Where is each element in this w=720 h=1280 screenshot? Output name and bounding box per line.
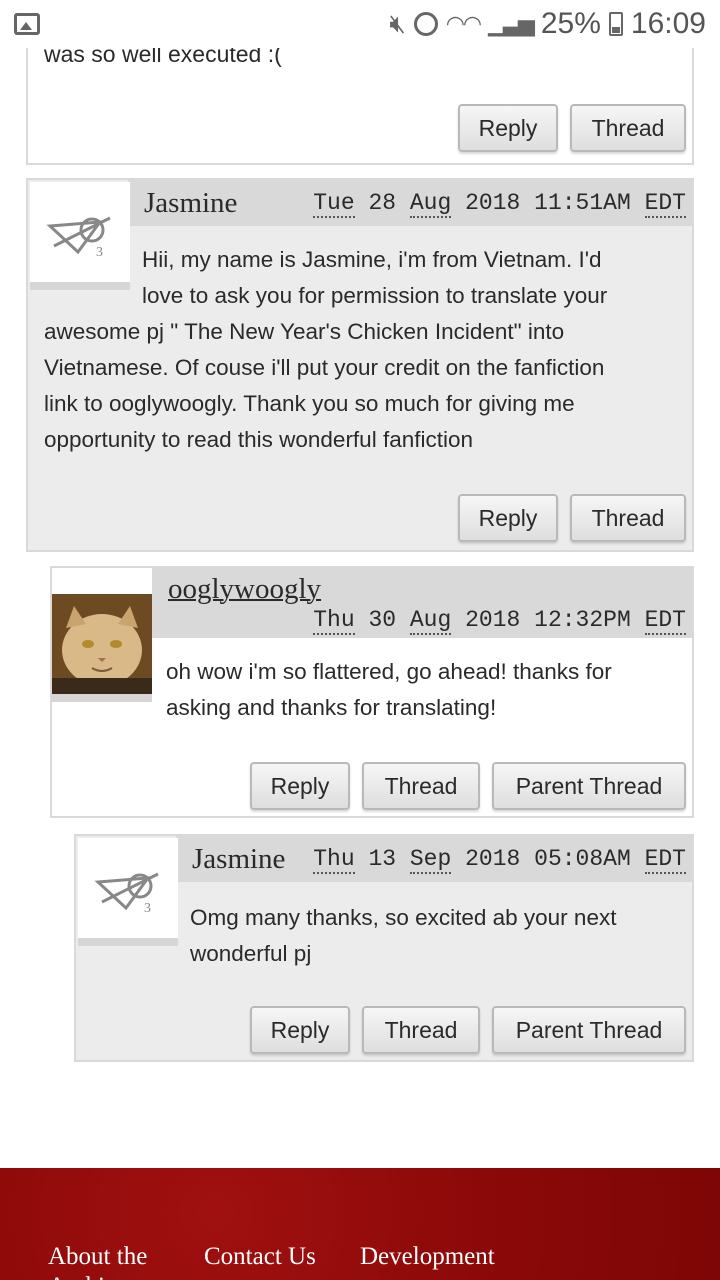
status-bar: 🔇︎ ◠◠ ▁▃▅ 25% 16:09 xyxy=(0,0,720,48)
body-line: link to ooglywoogly. Thank you so much f… xyxy=(44,391,575,416)
comment-datetime: Thu 30 Aug 2018 12:32PM EDT xyxy=(313,606,694,635)
svg-text:3: 3 xyxy=(144,901,151,916)
date-time: 05:08AM xyxy=(534,846,631,872)
date-day: Tue xyxy=(313,190,355,218)
body-line: Hii, my name is Jasmine, i'm from Vietna… xyxy=(142,247,602,272)
clock-time: 16:09 xyxy=(630,7,706,40)
date-timezone: EDT xyxy=(644,846,686,874)
thread-button[interactable]: Thread xyxy=(362,762,480,810)
body-line: Vietnamese. Of couse i'll put your credi… xyxy=(44,355,605,380)
reply-button[interactable]: Reply xyxy=(250,762,350,810)
parent-thread-button[interactable]: Parent Thread xyxy=(492,762,686,810)
comment-jasmine-1: Jasmine Tue 28 Aug 2018 11:51AM EDT 3 Hi… xyxy=(26,178,694,552)
comment-header: ooglywoogly Thu 30 Aug 2018 12:32PM EDT xyxy=(152,568,694,638)
wifi-icon: ◠◠ xyxy=(445,11,482,36)
reply-button[interactable]: Reply xyxy=(458,104,558,152)
signal-icon: ▁▃▅ xyxy=(488,11,535,36)
comment-ooglywoogly: ooglywoogly Thu 30 Aug 2018 12:32PM EDT … xyxy=(50,566,694,818)
footer-link-about[interactable]: About the Archive xyxy=(48,1242,188,1280)
comment-header: Jasmine Thu 13 Sep 2018 05:08AM EDT xyxy=(176,836,694,882)
comment-datetime: Tue 28 Aug 2018 11:51AM EDT xyxy=(313,190,694,218)
mute-icon: 🔇︎ xyxy=(389,8,406,38)
cat-avatar-icon xyxy=(52,594,152,694)
poster-name[interactable]: ooglywoogly xyxy=(168,572,321,606)
gallery-icon xyxy=(14,13,40,35)
body-line: asking and thanks for translating! xyxy=(166,695,497,720)
date-timezone: EDT xyxy=(644,190,686,218)
date-day: Thu xyxy=(313,607,355,635)
date-year: 2018 xyxy=(465,607,521,633)
body-line: love to ask you for permission to transl… xyxy=(142,283,608,308)
reply-button[interactable]: Reply xyxy=(250,1006,350,1054)
date-dd: 13 xyxy=(368,846,397,872)
avatar[interactable] xyxy=(52,594,152,702)
comment-body: Omg many thanks, so excited ab your next… xyxy=(190,900,686,972)
body-line: wonderful pj xyxy=(190,941,312,966)
date-year: 2018 xyxy=(465,846,521,872)
avatar[interactable]: 3 xyxy=(78,838,178,946)
comment-body: Hii, my name is Jasmine, i'm from Vietna… xyxy=(28,242,694,458)
date-dd: 28 xyxy=(368,190,397,216)
thread-button[interactable]: Thread xyxy=(362,1006,480,1054)
thread-button[interactable]: Thread xyxy=(570,494,686,542)
body-line: Omg many thanks, so excited ab your next xyxy=(190,905,617,930)
date-time: 12:32PM xyxy=(534,607,631,633)
comment-body: oh wow i'm so flattered, go ahead! thank… xyxy=(166,654,686,726)
date-timezone: EDT xyxy=(644,607,686,635)
thread-button[interactable]: Thread xyxy=(570,104,686,152)
date-time: 11:51AM xyxy=(534,190,631,216)
date-month: Aug xyxy=(409,190,452,218)
site-footer: About the Archive Contact Us Development xyxy=(0,1168,720,1280)
footer-link-development[interactable]: Development xyxy=(360,1242,495,1272)
comment-jasmine-2: Jasmine Thu 13 Sep 2018 05:08AM EDT 3 Om… xyxy=(74,834,694,1062)
date-month: Sep xyxy=(409,846,452,874)
date-year: 2018 xyxy=(465,190,521,216)
date-dd: 30 xyxy=(368,607,397,633)
body-line: oh wow i'm so flattered, go ahead! thank… xyxy=(166,659,612,684)
comment-datetime: Thu 13 Sep 2018 05:08AM EDT xyxy=(313,846,694,874)
footer-link-contact[interactable]: Contact Us xyxy=(204,1242,316,1272)
date-month: Aug xyxy=(409,607,452,635)
date-day: Thu xyxy=(313,846,355,874)
alarm-icon xyxy=(413,12,438,36)
poster-name[interactable]: Jasmine xyxy=(192,843,285,876)
body-line: awesome pj " The New Year's Chicken Inci… xyxy=(44,319,565,344)
reply-button[interactable]: Reply xyxy=(458,494,558,542)
no-icon-placeholder-icon: 3 xyxy=(94,872,159,916)
body-line: opportunity to read this wonderful fanfi… xyxy=(44,427,474,452)
battery-icon xyxy=(608,12,623,36)
battery-percent: 25% xyxy=(540,7,601,40)
poster-name[interactable]: Jasmine xyxy=(144,187,237,220)
comment-header: Jasmine Tue 28 Aug 2018 11:51AM EDT xyxy=(128,180,694,226)
parent-thread-button[interactable]: Parent Thread xyxy=(492,1006,686,1054)
